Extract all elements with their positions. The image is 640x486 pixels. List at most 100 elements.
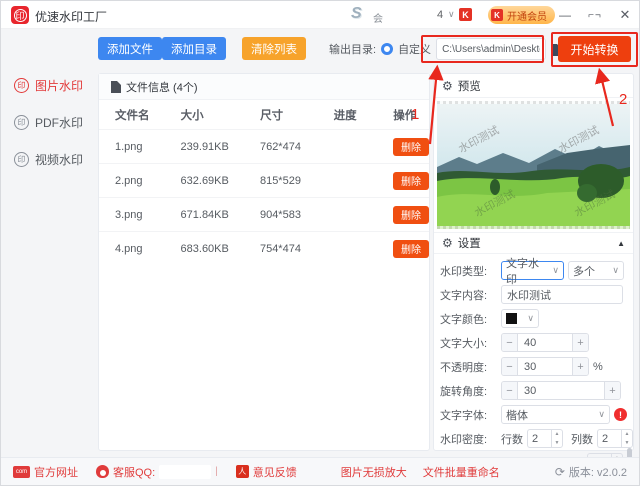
- decrease-button[interactable]: −: [502, 358, 518, 375]
- k-badge-icon[interactable]: K: [459, 8, 472, 21]
- opacity-unit: %: [593, 360, 603, 373]
- clear-list-button[interactable]: 清除列表: [242, 37, 306, 60]
- output-directory-group: 输出目录: 自定义: [329, 38, 568, 60]
- right-panel: ⚙ 预览 水印测试 水印测试 水印测试 水印测试 ⚙ 设置 ▲ 水印类型: 文字…: [433, 73, 634, 485]
- official-website-link[interactable]: com 官方网址: [13, 464, 78, 480]
- custom-radio[interactable]: [381, 43, 394, 55]
- increase-button[interactable]: +: [604, 382, 620, 399]
- file-panel-title: 文件信息 (4个): [126, 81, 198, 94]
- s-logo-icon: S: [351, 5, 362, 22]
- rows-value[interactable]: 2: [528, 430, 551, 447]
- rotation-stepper: − 30 +: [501, 381, 621, 400]
- file-size: 683.60KB: [180, 242, 229, 255]
- spinner-down-icon[interactable]: ▼: [552, 439, 562, 448]
- version-count-label: 4: [437, 9, 444, 21]
- column-filename: 文件名: [115, 109, 150, 122]
- app-window: 印 优速水印工厂 S 会 4 ∨ K K 开通会员 — ⌐¬ ✕ 添加文件 添加…: [0, 0, 640, 486]
- table-row: 3.png 671.84KB 904*583 删除: [99, 197, 429, 231]
- titlebar: 印 优速水印工厂 S 会 4 ∨ K K 开通会员 — ⌐¬ ✕: [1, 1, 639, 29]
- version-info[interactable]: ⟳ 版本: v2.0.2: [555, 464, 627, 480]
- spinner-up-icon[interactable]: ▲: [622, 430, 632, 439]
- spinner-down-icon[interactable]: ▼: [622, 439, 632, 448]
- sidebar-item-video-watermark[interactable]: 印 视频水印: [1, 141, 97, 178]
- output-path-input[interactable]: [436, 38, 547, 60]
- file-dimensions: 754*474: [259, 242, 301, 255]
- file-name: 1.png: [115, 140, 143, 153]
- open-vip-button[interactable]: K 开通会员: [488, 6, 555, 24]
- settings-body: 水印类型: 文字水印∨ 多个∨ 文字内容: 文字颜色: ∨ 文字大小:: [434, 254, 633, 485]
- rows-spinner: 2 ▲ ▼: [527, 429, 563, 448]
- increase-button[interactable]: +: [572, 358, 588, 375]
- preview-image: 水印测试 水印测试 水印测试 水印测试: [437, 101, 630, 229]
- text-size-value[interactable]: 40: [518, 334, 572, 351]
- cols-spinner: 2 ▲ ▼: [597, 429, 633, 448]
- file-name: 2.png: [115, 174, 143, 187]
- start-convert-button[interactable]: 开始转换: [558, 36, 631, 62]
- text-color-select[interactable]: ∨: [501, 309, 539, 328]
- table-row: 4.png 683.60KB 754*474 删除: [99, 231, 429, 265]
- cols-value[interactable]: 2: [598, 430, 621, 447]
- settings-title: 设置: [457, 238, 481, 250]
- watermark-type-label: 水印类型:: [440, 265, 488, 278]
- text-size-stepper: − 40 +: [501, 333, 589, 352]
- delete-button[interactable]: 删除: [393, 171, 429, 190]
- file-size: 671.84KB: [180, 208, 229, 221]
- delete-button[interactable]: 删除: [393, 137, 429, 156]
- close-button[interactable]: ✕: [617, 7, 633, 23]
- stamp-icon: 印: [14, 152, 29, 167]
- file-dimensions: 762*474: [259, 140, 301, 153]
- spinner-up-icon[interactable]: ▲: [552, 430, 562, 439]
- gear-icon: ⚙: [442, 78, 453, 93]
- decrease-button[interactable]: −: [502, 334, 518, 351]
- font-label: 文字字体:: [440, 409, 488, 422]
- batch-rename-link[interactable]: 文件批量重命名: [423, 464, 500, 480]
- vip-k-icon: K: [491, 9, 503, 21]
- warning-icon[interactable]: !: [614, 408, 627, 421]
- sidebar-item-image-watermark[interactable]: 印 图片水印: [1, 67, 97, 104]
- text-content-input[interactable]: [501, 285, 623, 304]
- feedback-link[interactable]: 人 意见反馈: [235, 464, 297, 480]
- watermark-type-select[interactable]: 文字水印 ∨: [501, 258, 564, 286]
- add-file-button[interactable]: 添加文件: [98, 37, 162, 60]
- column-progress: 进度: [333, 109, 357, 122]
- increase-button[interactable]: +: [572, 334, 588, 351]
- sidebar-item-label: 图片水印: [35, 79, 84, 93]
- file-name: 3.png: [115, 208, 143, 221]
- decrease-button[interactable]: −: [502, 382, 518, 399]
- file-size: 632.69KB: [180, 174, 229, 187]
- customer-qq[interactable]: 客服QQ: |: [96, 464, 218, 480]
- sidebar: 印 图片水印 印 PDF水印 印 视频水印: [1, 67, 97, 178]
- column-dimensions: 尺寸: [260, 109, 284, 122]
- vip-button-label: 开通会员: [507, 11, 547, 23]
- output-directory-label: 输出目录:: [329, 44, 377, 56]
- file-info-icon: [111, 80, 121, 93]
- lossless-enlarge-link[interactable]: 图片无损放大: [341, 464, 407, 480]
- maximize-button[interactable]: ⌐¬: [587, 7, 603, 23]
- scroll-up-icon[interactable]: ▲: [617, 239, 625, 248]
- delete-button[interactable]: 删除: [393, 205, 429, 224]
- chevron-down-icon[interactable]: ∨: [448, 9, 455, 20]
- member-hint-label: 会: [373, 14, 383, 25]
- statusbar: com 官方网址 客服QQ: | 人 意见反馈 图片无损放大 文件批量重命名 ⟳…: [1, 457, 639, 485]
- minimize-button[interactable]: —: [557, 7, 573, 23]
- table-row: 2.png 632.69KB 815*529 删除: [99, 163, 429, 197]
- gear-icon: ⚙: [442, 236, 453, 250]
- preview-title: 预览: [457, 80, 481, 93]
- app-title: 优速水印工厂: [35, 10, 108, 24]
- file-name: 4.png: [115, 242, 143, 255]
- opacity-value[interactable]: 30: [518, 358, 572, 375]
- delete-button[interactable]: 删除: [393, 239, 429, 258]
- watermark-mode-select[interactable]: 多个 ∨: [568, 261, 624, 280]
- rotation-label: 旋转角度:: [440, 385, 488, 398]
- table-header-row: 文件名 大小 尺寸 进度 操作: [99, 100, 429, 129]
- add-folder-button[interactable]: 添加目录: [162, 37, 226, 60]
- rotation-value[interactable]: 30: [518, 382, 604, 399]
- chevron-down-icon: ∨: [612, 265, 619, 275]
- feedback-icon: 人: [235, 465, 249, 478]
- refresh-icon: ⟳: [554, 464, 565, 479]
- file-panel: 文件信息 (4个) 文件名 大小 尺寸 进度 操作 1.png 239.91KB…: [98, 73, 430, 451]
- density-label: 水印密度:: [440, 433, 488, 446]
- file-dimensions: 815*529: [259, 174, 301, 187]
- font-select[interactable]: 楷体 ∨: [501, 405, 610, 424]
- sidebar-item-pdf-watermark[interactable]: 印 PDF水印: [1, 104, 97, 141]
